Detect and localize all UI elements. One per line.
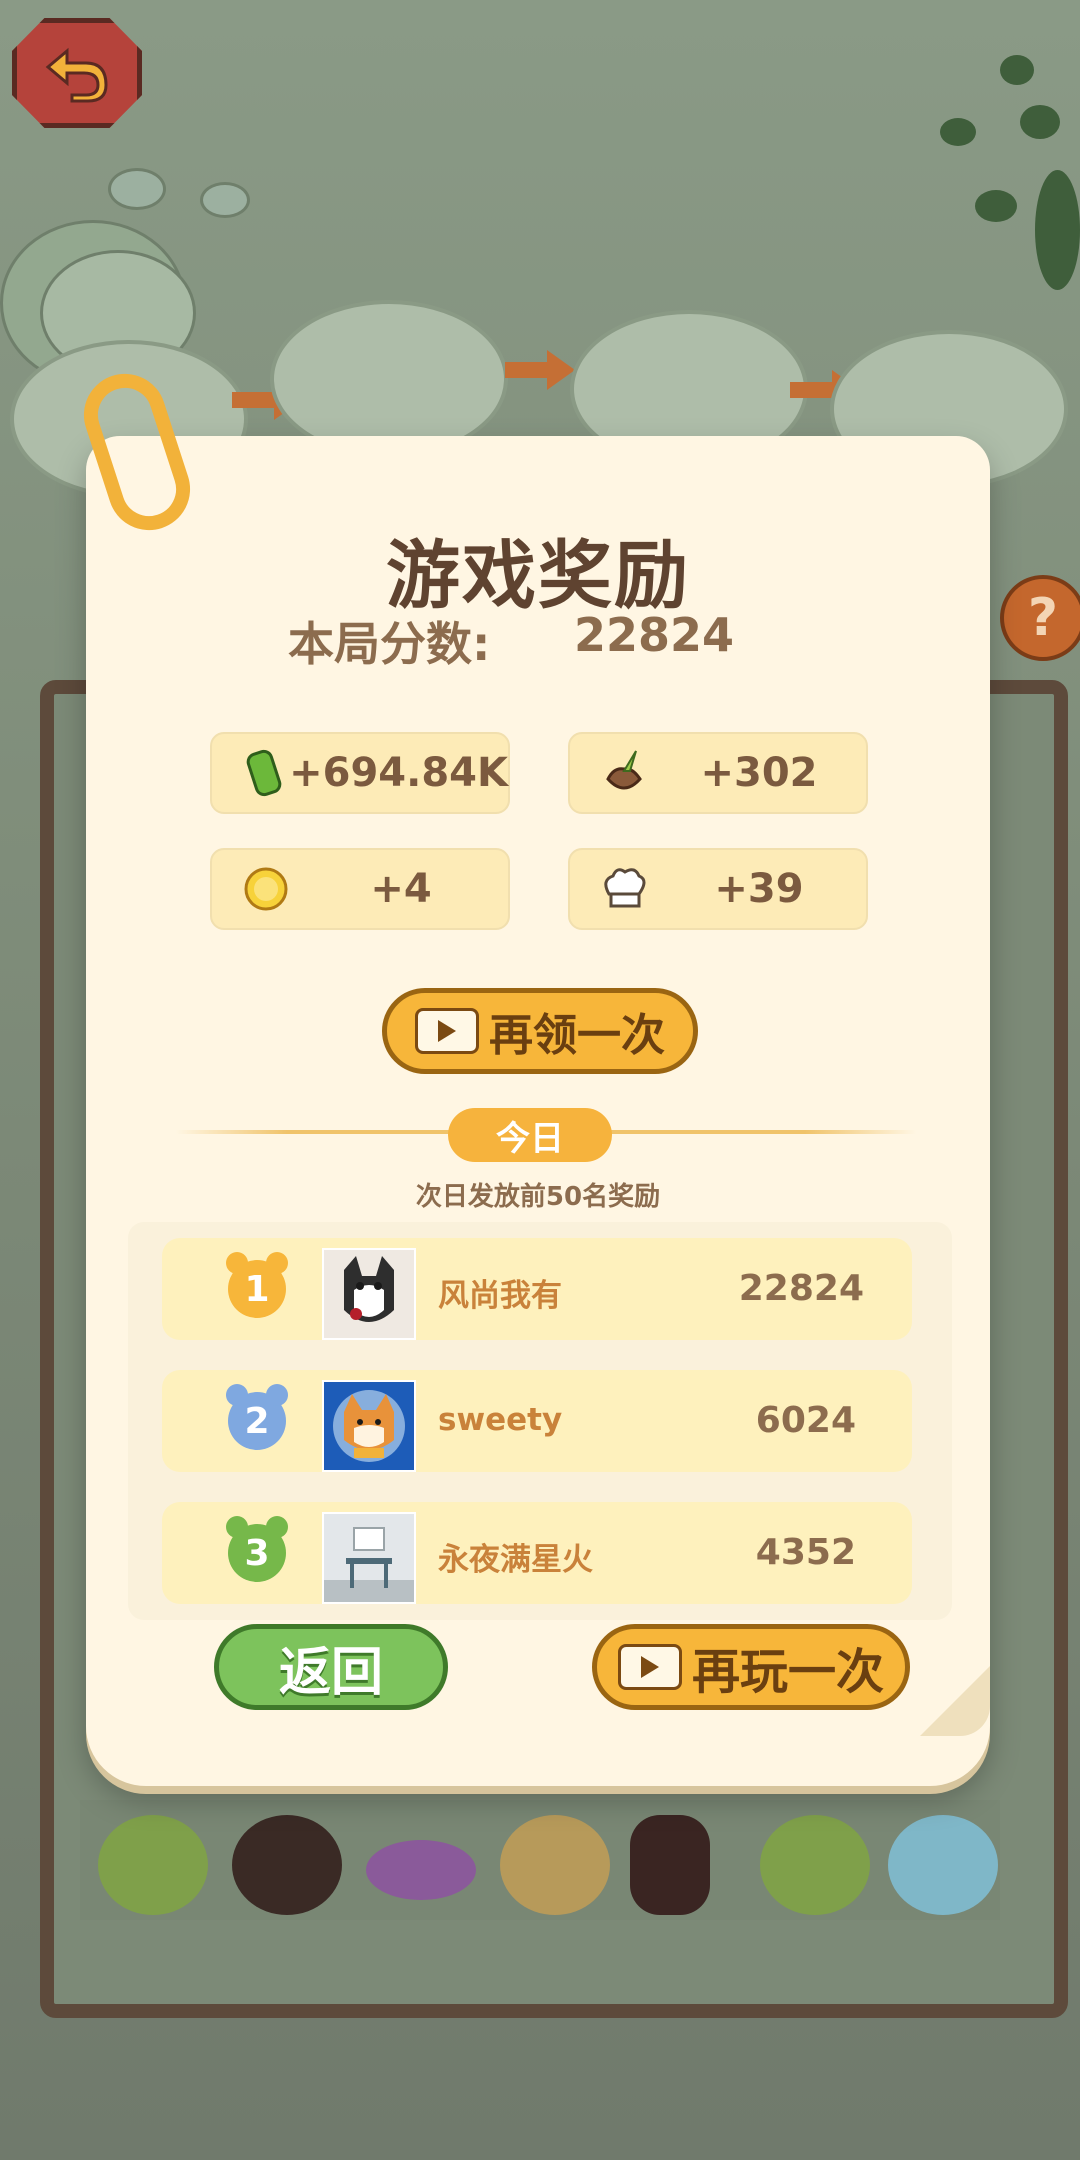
claim-again-label: 再领一次	[489, 1010, 665, 1061]
today-tab[interactable]: 今日	[448, 1108, 612, 1162]
cookie-icon	[500, 1815, 610, 1915]
player-score: 22824	[738, 1268, 864, 1309]
rank-medal-icon: 1	[226, 1252, 288, 1318]
video-icon	[415, 1008, 479, 1054]
claim-again-button[interactable]: 再领一次	[382, 988, 698, 1074]
back-arrow-button[interactable]	[12, 18, 142, 128]
page-curl	[920, 1666, 990, 1736]
leaderboard-row: 3 永夜满星火 4352	[162, 1502, 912, 1604]
leaf-decoration	[975, 190, 1017, 222]
back-label: 返回	[278, 1642, 383, 1703]
today-note: 次日发放前50名奖励	[415, 1182, 661, 1212]
cloud-decoration	[200, 182, 250, 218]
avatar	[322, 1512, 416, 1604]
help-icon: ?	[1027, 588, 1059, 648]
arrow-right-icon	[505, 350, 575, 390]
player-score: 6024	[755, 1400, 856, 1441]
cloud-decoration	[108, 168, 166, 210]
reward-item: +694.84K	[210, 732, 510, 814]
leaf-decoration	[1020, 105, 1060, 139]
player-name: 永夜满星火	[438, 1542, 593, 1578]
reward-item: +302	[568, 732, 868, 814]
chef-hat-icon	[596, 861, 652, 917]
bamboo-coin-icon	[238, 745, 289, 801]
carrot-icon	[596, 745, 652, 801]
video-icon	[617, 1644, 682, 1690]
leaf-decoration	[1000, 55, 1034, 85]
back-button[interactable]: 返回	[214, 1624, 448, 1710]
score-label: 本局分数:	[288, 617, 491, 671]
help-button[interactable]: ?	[1000, 575, 1080, 661]
green-mochi-icon	[760, 1815, 870, 1915]
player-name: sweety	[438, 1402, 563, 1438]
avatar	[322, 1380, 416, 1472]
leaderboard-row: 1 风尚我有 22824	[162, 1238, 912, 1340]
leaf-decoration	[940, 118, 976, 146]
sequence-plate	[270, 300, 508, 458]
candy-icon	[366, 1840, 476, 1900]
rank-medal-icon: 2	[226, 1384, 288, 1450]
reward-item: +4	[210, 848, 510, 930]
green-mochi-icon	[98, 1815, 208, 1915]
back-arrow-icon	[45, 47, 108, 103]
popsicle-icon	[630, 1815, 710, 1915]
dialog-title: 游戏奖励	[386, 533, 690, 619]
leaderboard-row: 2 sweety 6024	[162, 1370, 912, 1472]
leaderboard-panel: 1 风尚我有 22824 2 sweety 6024 3 永夜满星火 4352	[128, 1222, 952, 1620]
play-again-button[interactable]: 再玩一次	[592, 1624, 910, 1710]
rank-medal-icon: 3	[226, 1516, 288, 1582]
reward-value: +4	[370, 866, 432, 912]
reward-item: +39	[568, 848, 868, 930]
leaf-decoration	[1035, 170, 1080, 290]
sun-icon	[238, 861, 294, 917]
play-again-label: 再玩一次	[691, 1644, 884, 1700]
reward-value: +694.84K	[289, 750, 508, 796]
reward-dialog: 游戏奖励 本局分数: 22824 +694.84K +302 +4 +39 再领…	[86, 436, 990, 1786]
chocolate-ball-icon	[232, 1815, 342, 1915]
player-name: 风尚我有	[438, 1278, 562, 1314]
player-score: 4352	[755, 1532, 856, 1573]
score-value: 22824	[574, 608, 735, 662]
avatar	[322, 1248, 416, 1340]
reward-value: +39	[714, 866, 804, 912]
reward-value: +302	[700, 750, 818, 796]
macaron-icon	[888, 1815, 998, 1915]
